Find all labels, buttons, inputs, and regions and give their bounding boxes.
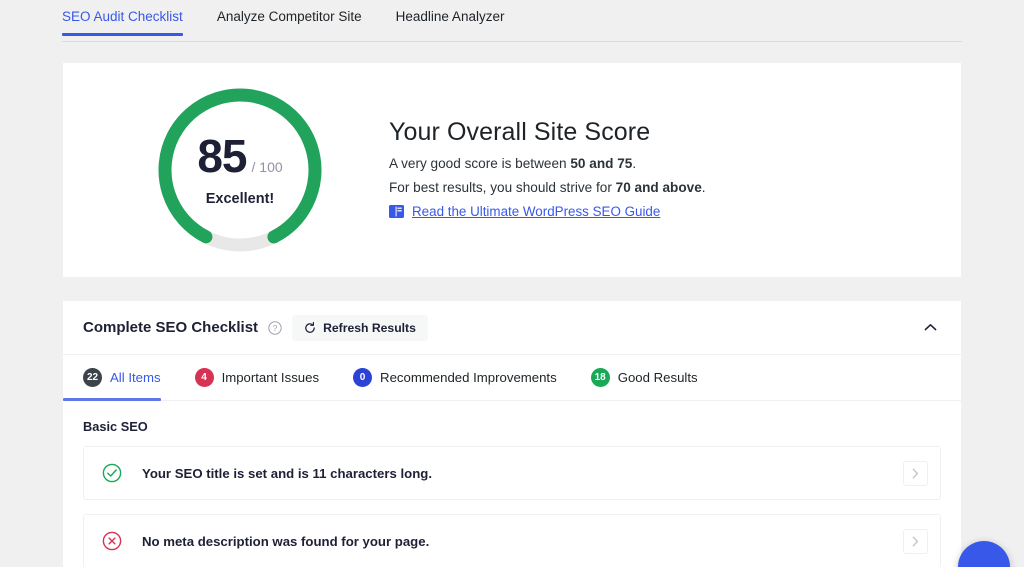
- score-gauge: 85 / 100 Excellent!: [155, 85, 325, 255]
- refresh-results-label: Refresh Results: [323, 321, 416, 335]
- top-tab-bar: SEO Audit Checklist Analyze Competitor S…: [0, 0, 1024, 42]
- filter-label: Important Issues: [222, 370, 319, 385]
- checklist-item-row[interactable]: No meta description was found for your p…: [83, 514, 941, 567]
- score-line-2: For best results, you should strive for …: [389, 180, 706, 195]
- filter-label: All Items: [110, 370, 161, 385]
- gauge-score-outof: / 100: [252, 160, 283, 174]
- filter-label: Good Results: [618, 370, 698, 385]
- chevron-right-icon: [912, 468, 919, 479]
- checklist-item-text: No meta description was found for your p…: [142, 534, 429, 549]
- score-description: Your Overall Site Score A very good scor…: [389, 118, 706, 223]
- refresh-results-button[interactable]: Refresh Results: [292, 315, 428, 341]
- x-circle-icon: [102, 531, 122, 551]
- refresh-icon: [304, 322, 316, 334]
- filter-badge-count: 18: [591, 368, 610, 387]
- check-circle-icon: [102, 463, 122, 483]
- checklist-item-text: Your SEO title is set and is 11 characte…: [142, 466, 432, 481]
- chat-bubble-icon[interactable]: [958, 541, 1010, 567]
- tab-label: Headline Analyzer: [396, 9, 505, 24]
- collapse-panel-button[interactable]: [920, 319, 941, 336]
- chevron-right-icon: [912, 536, 919, 547]
- checklist-item-expand-button[interactable]: [903, 461, 928, 486]
- checklist-body: Basic SEO Your SEO title is set and is 1…: [63, 401, 961, 567]
- gauge-rating-label: Excellent!: [206, 191, 275, 207]
- checklist-filter-tabs: 22 All Items 4 Important Issues 0 Recomm…: [63, 355, 961, 401]
- checklist-title: Complete SEO Checklist: [83, 319, 258, 336]
- tab-label: Analyze Competitor Site: [217, 9, 362, 24]
- gauge-score-value: 85: [197, 133, 246, 179]
- score-line-1-pre: A very good score is between: [389, 156, 570, 171]
- checklist-group-title: Basic SEO: [83, 419, 941, 434]
- filter-recommended-improvements[interactable]: 0 Recommended Improvements: [353, 355, 557, 401]
- seo-guide-link-row[interactable]: Read the Ultimate WordPress SEO Guide: [389, 204, 706, 219]
- filter-badge-count: 0: [353, 368, 372, 387]
- chevron-up-icon: [924, 320, 937, 335]
- filter-badge-count: 4: [195, 368, 214, 387]
- gauge-center-text: 85 / 100 Excellent!: [155, 85, 325, 255]
- checklist-header: Complete SEO Checklist ? Refresh Results: [63, 301, 961, 355]
- gauge-score-line: 85 / 100: [197, 133, 282, 179]
- score-line-2-pre: For best results, you should strive for: [389, 180, 616, 195]
- filter-all-items[interactable]: 22 All Items: [83, 355, 161, 401]
- tab-headline-analyzer[interactable]: Headline Analyzer: [396, 0, 505, 36]
- score-line-1-post: .: [632, 156, 636, 171]
- checklist-item-expand-button[interactable]: [903, 529, 928, 554]
- score-line-1: A very good score is between 50 and 75.: [389, 156, 706, 171]
- checklist-item-row[interactable]: Your SEO title is set and is 11 characte…: [83, 446, 941, 500]
- book-icon: [389, 205, 404, 218]
- filter-good-results[interactable]: 18 Good Results: [591, 355, 698, 401]
- svg-text:?: ?: [273, 323, 278, 333]
- seo-checklist-panel: Complete SEO Checklist ? Refresh Results: [62, 300, 962, 567]
- question-circle-icon[interactable]: ?: [268, 321, 282, 335]
- score-line-1-bold: 50 and 75: [570, 156, 632, 171]
- tab-analyze-competitor-site[interactable]: Analyze Competitor Site: [217, 0, 362, 36]
- tab-seo-audit-checklist[interactable]: SEO Audit Checklist: [62, 0, 183, 36]
- score-line-2-post: .: [702, 180, 706, 195]
- filter-important-issues[interactable]: 4 Important Issues: [195, 355, 319, 401]
- overall-score-card: 85 / 100 Excellent! Your Overall Site Sc…: [62, 62, 962, 278]
- score-title: Your Overall Site Score: [389, 118, 706, 147]
- filter-label: Recommended Improvements: [380, 370, 557, 385]
- seo-guide-link[interactable]: Read the Ultimate WordPress SEO Guide: [412, 204, 660, 219]
- filter-badge-count: 22: [83, 368, 102, 387]
- tab-label: SEO Audit Checklist: [62, 9, 183, 24]
- score-line-2-bold: 70 and above: [616, 180, 702, 195]
